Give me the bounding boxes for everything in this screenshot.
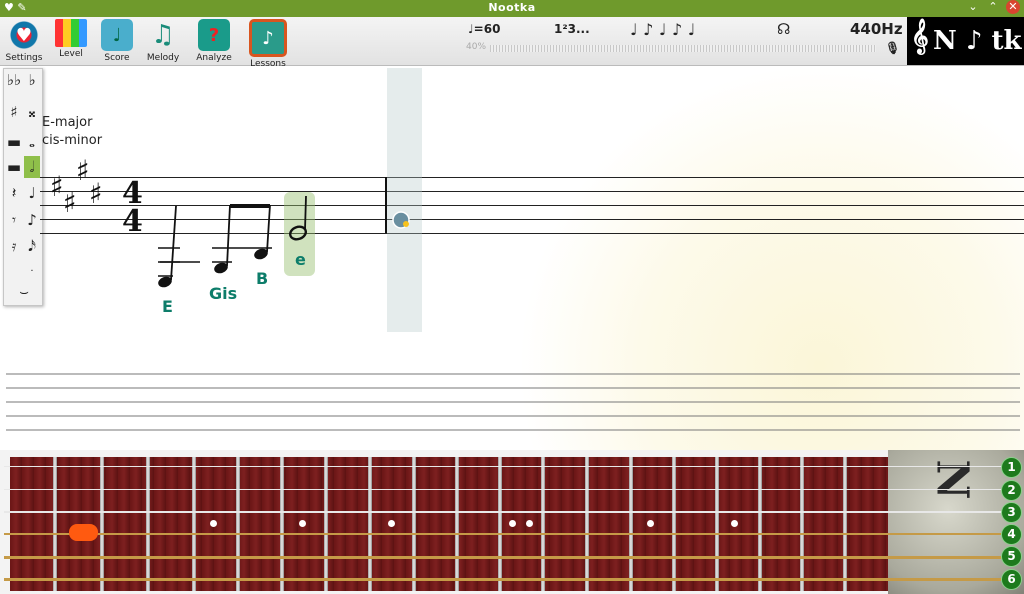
fret-wire [455, 457, 459, 591]
fret-wire [236, 457, 240, 591]
svg-text:♯: ♯ [50, 170, 64, 203]
note-name-e-lower: e [295, 250, 306, 269]
fret-wire [585, 457, 589, 591]
fret-wire [541, 457, 545, 591]
guitar-string[interactable] [4, 556, 1002, 559]
fret-wire [412, 457, 416, 591]
time-signature: 44 [122, 176, 143, 239]
fret-wire [192, 457, 196, 591]
svg-text:♯: ♯ [63, 186, 77, 219]
fret-wire [843, 457, 847, 591]
fret-marker-dot [299, 520, 306, 527]
guitar-string[interactable] [4, 489, 1002, 490]
selected-fret-marker[interactable] [69, 524, 98, 541]
fret-wire [498, 457, 502, 591]
guitar-string[interactable] [4, 533, 1002, 535]
note-e-quarter [158, 205, 200, 288]
fret-wire [146, 457, 150, 591]
svg-text:4: 4 [122, 204, 143, 239]
note-gis-b-eighths [212, 204, 272, 274]
string-number-5[interactable]: 5 [1001, 546, 1022, 567]
fret-marker-dot [388, 520, 395, 527]
svg-text:♯: ♯ [76, 154, 90, 187]
string-number-6[interactable]: 6 [1001, 569, 1022, 590]
string-number-2[interactable]: 2 [1001, 480, 1022, 501]
fret-marker-dot [647, 520, 654, 527]
note-e-half [289, 195, 307, 241]
fret-marker-dot [509, 520, 516, 527]
fret-marker-dot [210, 520, 217, 527]
fret-marker-dot [526, 520, 533, 527]
fret-wire [100, 457, 104, 591]
fret-wire [53, 457, 57, 591]
fret-wire [672, 457, 676, 591]
lower-staff [6, 373, 1020, 431]
string-number-3[interactable]: 3 [1001, 502, 1022, 523]
fret-wire [715, 457, 719, 591]
string-number-4[interactable]: 4 [1001, 524, 1022, 545]
note-name-e: E [162, 297, 173, 316]
note-name-b: B [256, 269, 269, 288]
key-signature: ♯ ♯ ♯♯ [50, 154, 103, 219]
fret-wire [280, 457, 284, 591]
string-number-1[interactable]: 1 [1001, 457, 1022, 478]
fret-wire [758, 457, 762, 591]
svg-text:♯: ♯ [89, 177, 103, 210]
fret-wire [800, 457, 804, 591]
guitar-string[interactable] [4, 578, 1002, 581]
fret-wire [324, 457, 328, 591]
note-name-gis: Gis [209, 284, 238, 303]
fret-marker-dot [731, 520, 738, 527]
fret-wire [629, 457, 633, 591]
guitar-string[interactable] [4, 466, 1002, 467]
guitar-string[interactable] [4, 511, 1002, 513]
fret-wire [368, 457, 372, 591]
cursor-icon [392, 211, 410, 229]
